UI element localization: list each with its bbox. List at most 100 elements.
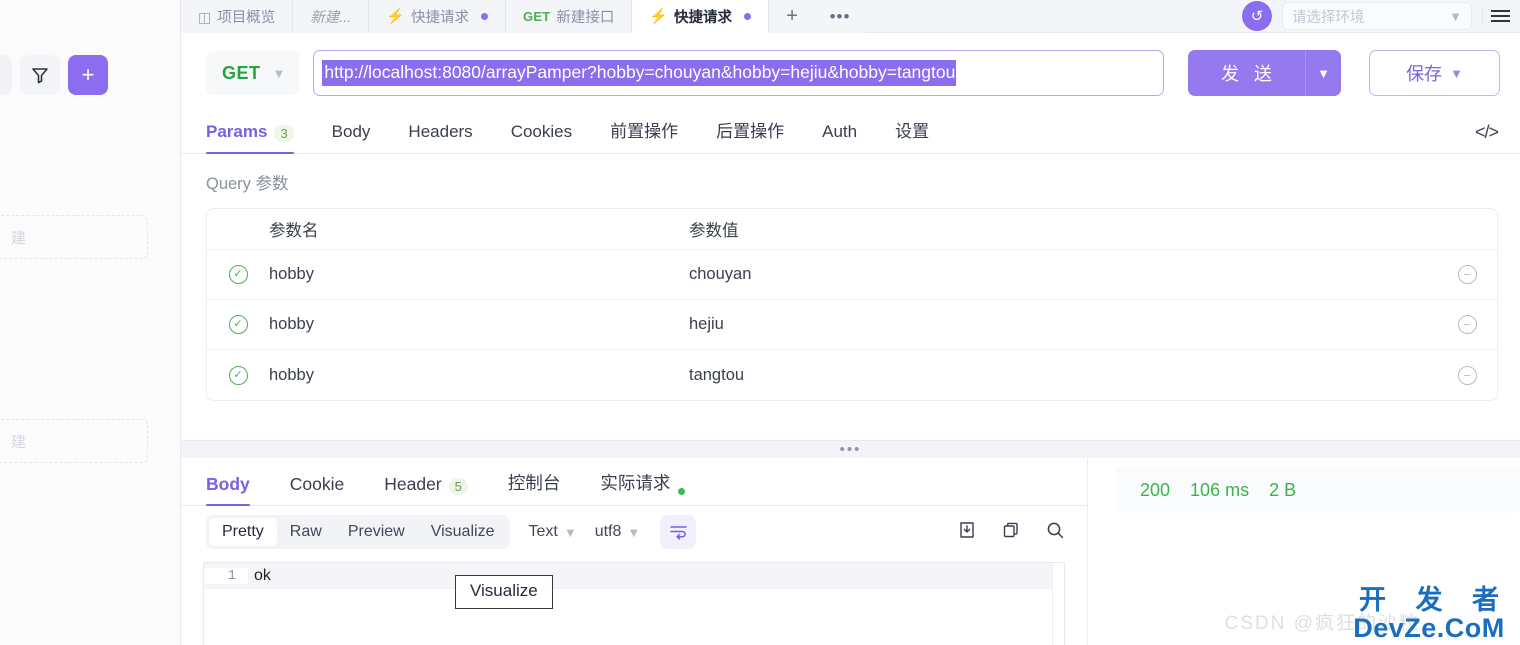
send-button-group: 发 送 ▼ [1188,50,1341,96]
layout-icon: ◫ [198,8,212,25]
tab-label: 控制台 [507,473,561,493]
bolt-icon: ⚡ [386,8,406,25]
method-select[interactable]: GET ▼ [206,51,300,95]
response-tab-actual-request[interactable]: 实际请求 [580,470,705,505]
view-mode-raw[interactable]: Raw [277,518,335,546]
chevron-down-icon: ▼ [272,65,286,81]
send-label: 发 送 [1220,64,1277,84]
tab-settings[interactable]: 设置 [876,117,948,153]
param-name[interactable]: hobby [269,315,689,334]
response-tool-icons [957,520,1065,545]
response-tab-console[interactable]: 控制台 [488,470,581,505]
tab-quick-request-1[interactable]: ⚡ 快捷请求 [369,0,507,33]
sync-icon[interactable]: ↺ [1242,1,1272,31]
check-icon: ✓ [228,365,248,385]
tab-body[interactable]: Body [313,122,390,153]
encoding-select[interactable]: utf8 ▼ [595,523,641,541]
table-row[interactable]: ✓ hobby tangtou − [207,350,1497,400]
tab-project-overview[interactable]: ◫ 项目概览 [181,0,294,33]
remove-param-button[interactable]: − [1437,365,1497,385]
tab-new-api[interactable]: GET 新建接口 [506,0,633,33]
table-row[interactable]: ✓ hobby chouyan − [207,250,1497,300]
response-left-pane: Body Cookie Header 5 控制台 实际请求 Pretty Raw… [181,458,1088,645]
chevron-down-icon: ▼ [1450,65,1463,81]
response-toolbar: Pretty Raw Preview Visualize Text ▼ utf8… [181,506,1087,558]
send-button[interactable]: 发 送 [1188,50,1305,96]
check-icon: ✓ [228,265,248,284]
editor-scrollbar[interactable] [1052,563,1064,645]
tab-label: 设置 [895,122,930,141]
tabbar-right-group: ↺ 请选择环境 ▼ [1242,0,1520,32]
sidebar-ghost-item[interactable]: 建 [0,215,148,259]
environment-select[interactable]: 请选择环境 ▼ [1282,2,1472,30]
send-options-button[interactable]: ▼ [1305,50,1341,96]
request-url-row: GET ▼ http://localhost:8080/arrayPamper?… [181,33,1520,109]
more-tabs-button[interactable]: ••• [815,0,866,33]
response-tabs: Body Cookie Header 5 控制台 实际请求 [181,458,1087,506]
param-name[interactable]: hobby [269,366,689,385]
query-params-title: Query 参数 [206,175,289,193]
save-label: 保存 [1406,64,1443,84]
tab-label: 前置操作 [610,122,679,141]
status-size: 2 B [1269,479,1297,500]
view-mode-visualize[interactable]: Visualize [418,518,508,546]
tab-auth[interactable]: Auth [803,122,876,153]
add-request-button[interactable]: + [68,55,108,95]
remove-param-button[interactable]: − [1437,265,1497,284]
new-tab-button[interactable]: + [769,0,816,33]
query-params-section: Query 参数 参数名 参数值 ✓ hobby chouyan − ✓ hob… [181,154,1520,401]
sidebar-ghost-item[interactable]: 建 [0,419,148,463]
sidebar-search-box[interactable] [0,55,12,95]
param-value[interactable]: tangtou [689,366,1437,385]
chevron-down-icon: ▼ [627,524,641,540]
response-body-editor[interactable]: 1 ok [203,562,1065,645]
response-tab-cookie[interactable]: Cookie [270,474,364,505]
row-enable-checkbox[interactable]: ✓ [207,265,269,284]
row-enable-checkbox[interactable]: ✓ [207,365,269,385]
param-value[interactable]: hejiu [689,315,1437,334]
tab-label: 快捷请求 [674,9,733,26]
tab-pre-operation[interactable]: 前置操作 [591,117,697,153]
tab-headers[interactable]: Headers [389,122,491,153]
format-select[interactable]: Text ▼ [528,523,576,541]
view-mode-pretty[interactable]: Pretty [209,518,277,546]
method-label: GET [222,62,261,83]
code-icon[interactable]: </> [1475,122,1499,153]
pane-splitter[interactable]: ••• [181,440,1520,458]
tab-post-operation[interactable]: 后置操作 [697,117,803,153]
tab-cookies[interactable]: Cookies [492,122,591,153]
table-header-row: 参数名 参数值 [207,209,1497,250]
view-mode-preview[interactable]: Preview [335,518,418,546]
chevron-down-icon: ▼ [1449,8,1462,24]
tab-quick-request-2[interactable]: ⚡ 快捷请求 [632,0,770,33]
param-value[interactable]: chouyan [689,265,1437,284]
download-icon[interactable] [957,520,977,545]
filter-icon[interactable] [20,55,60,95]
sidebar-ghost-label: 建 [11,229,27,247]
tab-label: Auth [822,122,858,141]
segment-label: Visualize [430,523,495,540]
row-enable-checkbox[interactable]: ✓ [207,315,269,334]
table-row[interactable]: ✓ hobby hejiu − [207,300,1497,350]
response-right-pane: 200 106 ms 2 B [1088,458,1520,645]
word-wrap-icon[interactable] [660,515,697,549]
splitter-handle-icon: ••• [839,440,862,458]
environment-placeholder: 请选择环境 [1292,9,1365,26]
tab-label: Body [331,122,371,141]
tab-new[interactable]: 新建... [293,0,370,33]
copy-icon[interactable] [1001,520,1021,545]
hamburger-menu-icon[interactable] [1482,7,1510,25]
tab-params[interactable]: Params 3 [206,122,313,154]
url-input[interactable]: http://localhost:8080/arrayPamper?hobby=… [313,50,1164,96]
save-button[interactable]: 保存 ▼ [1369,50,1500,96]
search-icon[interactable] [1045,520,1065,545]
format-value: Text [528,523,558,540]
response-tab-header[interactable]: Header 5 [364,474,488,505]
param-name[interactable]: hobby [269,265,689,284]
main-panel: ◫ 项目概览 新建... ⚡ 快捷请求 GET 新建接口 ⚡ 快捷请求 + ••… [181,0,1520,645]
tab-label: Body [206,474,250,494]
tooltip-visualize: Visualize [455,575,553,609]
remove-param-button[interactable]: − [1437,315,1497,334]
response-tab-body[interactable]: Body [206,474,270,506]
chevron-down-icon: ▼ [1317,65,1330,81]
